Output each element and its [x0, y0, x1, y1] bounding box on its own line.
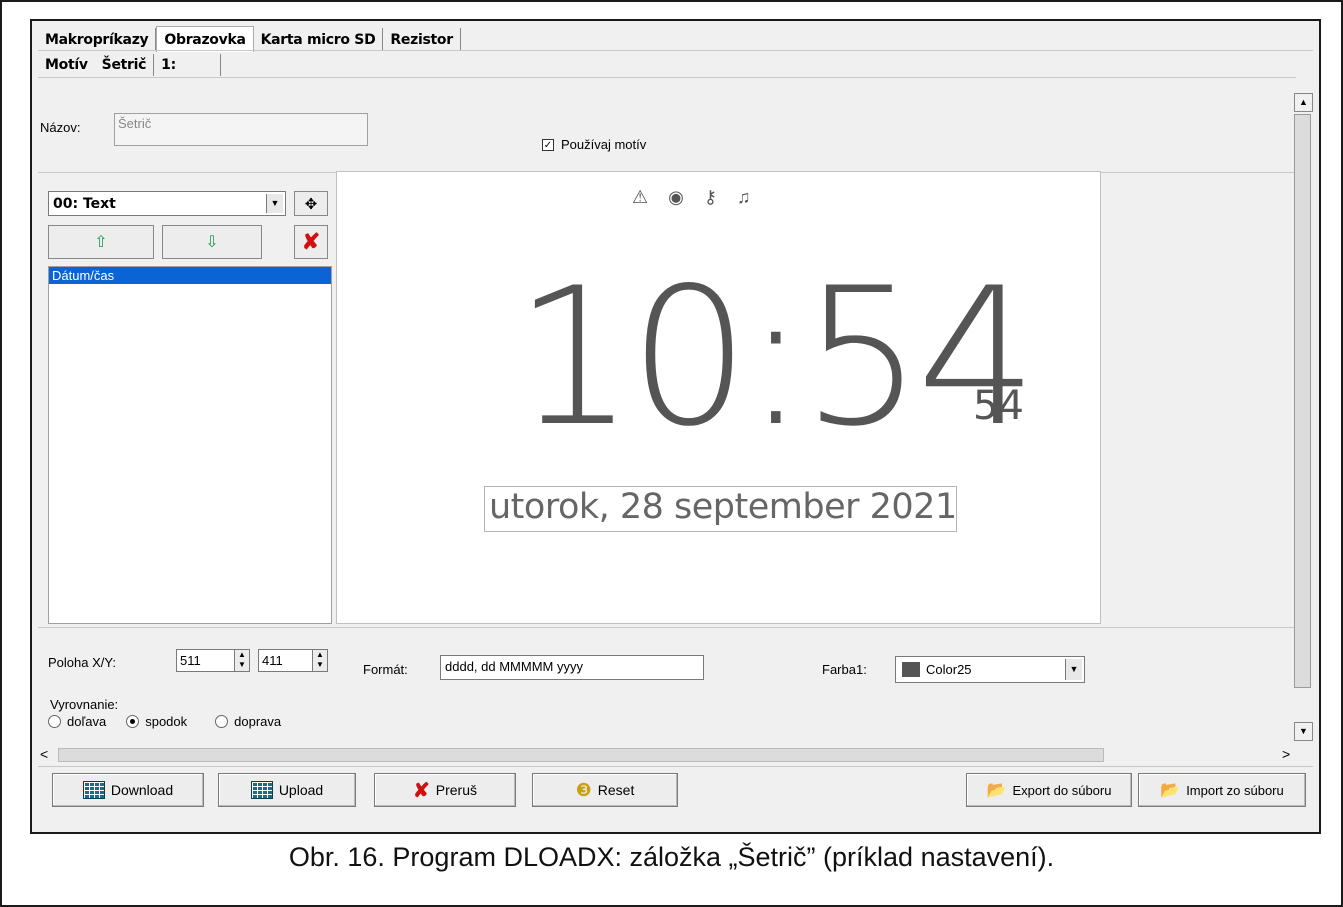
pos-y-value: 411: [262, 653, 283, 668]
use-theme-checkbox[interactable]: ✓: [542, 139, 554, 151]
chevron-down-icon[interactable]: ▼: [266, 194, 283, 213]
key-icon: ⚷: [703, 187, 718, 207]
reset-button[interactable]: ❸ Reset: [532, 773, 678, 807]
main-tabs: Makropríkazy Obrazovka Karta micro SD Re…: [38, 25, 461, 52]
import-folder-icon: 📂: [1160, 782, 1181, 799]
warning-icon: ⚠: [632, 187, 649, 207]
subtab-theme[interactable]: Motív: [38, 54, 95, 76]
format-label: Formát:: [363, 662, 408, 677]
subtab-1[interactable]: 1:: [154, 54, 222, 76]
scroll-thumb[interactable]: [1294, 114, 1311, 688]
format-input[interactable]: dddd, dd MMMMM yyyy: [440, 655, 704, 680]
export-label: Export do súboru: [1012, 782, 1112, 798]
import-label: Import zo súboru: [1186, 782, 1284, 798]
scroll-up-icon[interactable]: ▲: [1294, 93, 1313, 112]
download-icon: [82, 781, 105, 799]
color-swatch: [902, 662, 920, 677]
buttons-divider: [38, 766, 1313, 767]
delete-icon: ✘: [301, 229, 321, 254]
status-icons: ⚠ ◉ ⚷ ♫: [632, 187, 751, 208]
position-label: Poloha X/Y:: [48, 655, 116, 670]
horizontal-scrollbar[interactable]: < >: [40, 746, 1295, 764]
use-theme-label: Používaj motív: [561, 137, 647, 152]
upload-label: Upload: [278, 782, 324, 798]
plus-icon: ✥: [304, 195, 318, 213]
bell-icon: ♫: [737, 187, 751, 207]
pos-x-spinner[interactable]: 511 ▲ ▼: [176, 649, 250, 672]
figure-caption: Obr. 16. Program DLOADX: záložka „Šetrič…: [288, 842, 1055, 872]
align-left-label: doľava: [67, 714, 107, 729]
arrow-down-icon: ⇩: [205, 234, 219, 251]
scroll-left-icon[interactable]: <: [40, 746, 48, 762]
preview-time: 10:54: [514, 247, 1038, 468]
tab-divider: [38, 50, 1313, 51]
pos-y-spinner[interactable]: 411 ▲ ▼: [258, 649, 328, 672]
scroll-down-icon[interactable]: ▼: [1294, 722, 1313, 741]
subtab-screensaver[interactable]: Šetrič: [95, 54, 155, 76]
upload-icon: [250, 781, 273, 799]
tab-macros[interactable]: Makropríkazy: [38, 28, 157, 51]
align-right-label: doprava: [234, 714, 282, 729]
abort-label: Preruš: [435, 782, 477, 798]
download-button[interactable]: Download: [52, 773, 204, 807]
tab-resistor[interactable]: Rezistor: [383, 28, 461, 51]
import-button[interactable]: 📂 Import zo súboru: [1138, 773, 1306, 807]
element-combo-value: 00: Text: [53, 195, 116, 212]
name-label: Názov:: [40, 120, 81, 135]
scroll-right-icon[interactable]: >: [1282, 746, 1290, 762]
reset-label: Reset: [597, 782, 635, 798]
abort-button[interactable]: ✘ Preruš: [374, 773, 516, 807]
download-label: Download: [110, 782, 174, 798]
export-button[interactable]: 📂 Export do súboru: [966, 773, 1132, 807]
pos-x-value: 511: [180, 653, 201, 668]
move-down-button[interactable]: ⇩: [162, 225, 262, 259]
arrow-up-icon: ⇧: [94, 234, 108, 251]
element-list[interactable]: Dátum/čas: [48, 266, 332, 624]
preview-date: utorok, 28 september 2021: [489, 487, 957, 527]
settings-divider: [38, 627, 1296, 628]
add-element-button[interactable]: ✥: [294, 191, 328, 216]
sub-tabs: Motív Šetrič 1:: [38, 52, 222, 76]
delete-element-button[interactable]: ✘: [294, 225, 328, 259]
chevron-down-icon[interactable]: ▼: [1065, 659, 1082, 680]
upload-button[interactable]: Upload: [218, 773, 356, 807]
tab-sd-card[interactable]: Karta micro SD: [254, 28, 384, 51]
hscroll-thumb[interactable]: [58, 748, 1104, 762]
element-combo[interactable]: 00: Text ▼: [48, 191, 286, 216]
reset-icon: ❸: [575, 779, 592, 800]
preview-seconds: 54: [973, 383, 1024, 429]
eye-icon: ◉: [668, 187, 684, 207]
name-field[interactable]: Šetrič: [114, 113, 368, 146]
spinner-arrows-icon[interactable]: ▲ ▼: [234, 650, 249, 671]
export-folder-icon: 📂: [986, 782, 1007, 799]
abort-icon: ✘: [413, 779, 430, 802]
color-label: Farba1:: [822, 662, 867, 677]
color-value: Color25: [926, 662, 972, 677]
list-item[interactable]: Dátum/čas: [49, 267, 331, 284]
alignment-group: doľava spodok doprava: [48, 714, 281, 729]
align-left-radio[interactable]: [48, 715, 61, 728]
align-bottom-label: spodok: [145, 714, 188, 729]
alignment-label: Vyrovnanie:: [50, 697, 119, 712]
align-bottom-radio[interactable]: [126, 715, 140, 728]
align-right-radio[interactable]: [215, 715, 229, 728]
spinner-arrows-icon[interactable]: ▲ ▼: [312, 650, 327, 671]
move-up-button[interactable]: ⇧: [48, 225, 154, 259]
color-select[interactable]: Color25 ▼: [895, 656, 1085, 683]
dloadx-window: Makropríkazy Obrazovka Karta micro SD Re…: [30, 19, 1321, 834]
tab-screen[interactable]: Obrazovka: [156, 26, 254, 52]
vertical-scrollbar[interactable]: ▲ ▼: [1294, 93, 1313, 743]
